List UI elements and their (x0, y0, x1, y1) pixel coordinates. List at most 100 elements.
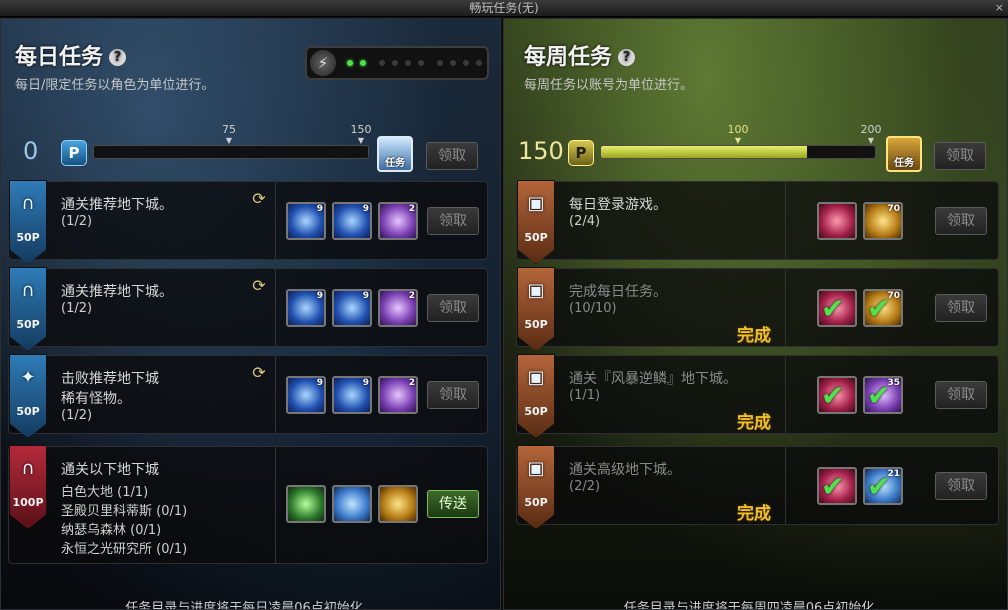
quest-ribbon: ∩ 100P (9, 445, 47, 529)
speed-dot (405, 60, 411, 66)
weekly-title: 每周任务? (524, 39, 636, 71)
quest-ribbon: ▣ 50P (517, 354, 555, 438)
points-icon: P (568, 140, 594, 166)
speed-dot (360, 60, 366, 66)
reward-item-gold-box[interactable] (378, 485, 418, 523)
quest-points: 50P (16, 318, 40, 331)
sword-icon: ✦ (20, 367, 36, 388)
speed-dot (392, 60, 398, 66)
reward-item-blue-orb[interactable]: 9 (332, 289, 372, 327)
item-count: 70 (887, 204, 900, 214)
item-count: 9 (362, 291, 369, 301)
weekly-reward-chest[interactable]: 任务 (886, 136, 922, 172)
checkmark-icon: ✔ (821, 379, 845, 412)
weekly-tick-200: 200 ▼ (851, 123, 891, 145)
weekly-panel: 每周任务? 每周任务以账号为单位进行。 150 P 100 ▼ 200 ▼ 任务 领… (503, 18, 1008, 610)
daily-claim-button[interactable]: 领取 (426, 142, 478, 170)
tick-label: 100 (727, 123, 749, 136)
reward-item-purple-box[interactable]: 35 ✔ (863, 376, 903, 414)
calendar-icon: ▣ (527, 280, 545, 301)
quest-claim-button[interactable]: 领取 (935, 294, 987, 322)
weekly-progress-bar (600, 145, 876, 159)
weekly-quest-card-4: ▣ 50P 通关高级地下城。 (2/2) 完成 ✔ 21 ✔ 领取 (516, 445, 999, 529)
completed-stamp: 完成 (737, 326, 771, 346)
teleport-button[interactable]: 传送 (427, 490, 479, 518)
gate-icon: ∩ (21, 280, 35, 301)
daily-points: 0 (23, 137, 39, 165)
points-icon: P (61, 140, 87, 166)
window-titlebar: 畅玩任务(无) × (0, 0, 1008, 17)
reward-item-gem[interactable] (332, 485, 372, 523)
quest-progress: (1/2) (61, 214, 93, 229)
reward-item-red-crystal[interactable]: ✔ (817, 376, 857, 414)
reward-item-purple-box[interactable]: 2 (378, 202, 418, 240)
daily-tick-75: 75 ▼ (209, 123, 249, 145)
quest-claim-button[interactable]: 领取 (427, 381, 479, 409)
weekly-subtitle: 每周任务以账号为单位进行。 (524, 78, 694, 93)
quest-claim-button[interactable]: 领取 (935, 472, 987, 500)
reward-item-blue-orb[interactable]: 9 (286, 202, 326, 240)
refresh-icon[interactable]: ⟳ (250, 190, 268, 208)
window-title: 畅玩任务(无) (469, 1, 539, 15)
weekly-quest-card-3: ▣ 50P 通关『风暴逆鳞』地下城。 (1/1) 完成 ✔ 35 ✔ 领取 (516, 354, 999, 438)
chest-label: 任务 (385, 158, 405, 169)
daily-quest-card-3: ✦ 50P 击败推荐地下城 稀有怪物。 (1/2) ⟳ 9 9 2 领取 (8, 354, 488, 438)
tick-marker-icon: ▼ (734, 136, 742, 145)
speed-dot (418, 60, 424, 66)
reward-item-blue-orb[interactable]: 9 (286, 289, 326, 327)
refresh-icon[interactable]: ⟳ (250, 277, 268, 295)
reward-item-gold-crystal[interactable]: 70 ✔ (863, 289, 903, 327)
daily-title: 每日任务? (15, 39, 127, 71)
weekly-quest-card-2: ▣ 50P 完成每日任务。 (10/10) 完成 ✔ 70 ✔ 领取 (516, 267, 999, 351)
daily-quest-card-4: ∩ 100P 通关以下地下城 白色大地 (1/1) 圣殿贝里科蒂斯 (0/1) … (8, 445, 488, 564)
help-icon[interactable]: ? (618, 49, 636, 66)
quest-ribbon: ∩ 50P (9, 180, 47, 264)
quest-title: 通关以下地下城 (61, 462, 159, 478)
reward-item-blue-orb[interactable]: 9 (332, 376, 372, 414)
quest-title: 通关推荐地下城。 (61, 197, 173, 213)
weekly-footer: 任务目录与进度将于每周四凌晨06点初始化。 (623, 601, 888, 610)
quest-progress: (1/2) (61, 301, 93, 316)
reward-item-purple-box[interactable]: 2 (378, 289, 418, 327)
tick-label: 150 (350, 123, 372, 136)
reward-item-potion[interactable] (286, 485, 326, 523)
reward-item-red-crystal[interactable] (817, 202, 857, 240)
tick-marker-icon: ▼ (867, 136, 875, 145)
speed-dot (463, 60, 469, 66)
speed-dot (437, 60, 443, 66)
quest-claim-button[interactable]: 领取 (427, 207, 479, 235)
checkmark-icon: ✔ (821, 470, 845, 503)
daily-reward-chest[interactable]: 任务 (377, 136, 413, 172)
quest-ribbon: ▣ 50P (517, 445, 555, 529)
close-icon[interactable]: × (995, 0, 1004, 16)
refresh-icon[interactable]: ⟳ (250, 364, 268, 382)
quest-claim-button[interactable]: 领取 (935, 207, 987, 235)
daily-tick-150: 150 ▼ (341, 123, 381, 145)
quest-title: 击败推荐地下城 (61, 371, 159, 387)
quest-ribbon: ∩ 50P (9, 267, 47, 351)
quest-claim-button[interactable]: 领取 (935, 381, 987, 409)
quest-progress: (1/2) (61, 408, 93, 423)
calendar-icon: ▣ (527, 367, 545, 388)
reward-item-purple-box[interactable]: 2 (378, 376, 418, 414)
help-icon[interactable]: ? (109, 49, 127, 66)
quest-claim-button[interactable]: 领取 (427, 294, 479, 322)
quest-points: 50P (16, 231, 40, 244)
dungeon-line: 纳瑟乌森林 (0/1) (61, 523, 162, 538)
reward-item-blue-orb[interactable]: 9 (286, 376, 326, 414)
reward-item-gem[interactable]: 21 ✔ (863, 467, 903, 505)
reward-item-gold-crystal[interactable]: 70 (863, 202, 903, 240)
speed-dial-icon: ⚡ (310, 50, 336, 76)
card-divider (785, 269, 786, 346)
item-count: 2 (408, 378, 415, 388)
reward-item-red-crystal[interactable]: ✔ (817, 289, 857, 327)
tick-label: 200 (860, 123, 882, 136)
weekly-points: 150 (518, 137, 564, 165)
item-count: 9 (316, 204, 323, 214)
quest-title: 通关『风暴逆鳞』地下城。 (569, 371, 737, 387)
checkmark-icon: ✔ (867, 470, 891, 503)
tick-marker-icon: ▼ (357, 136, 365, 145)
reward-item-blue-orb[interactable]: 9 (332, 202, 372, 240)
reward-item-red-crystal[interactable]: ✔ (817, 467, 857, 505)
weekly-claim-button[interactable]: 领取 (934, 142, 986, 170)
